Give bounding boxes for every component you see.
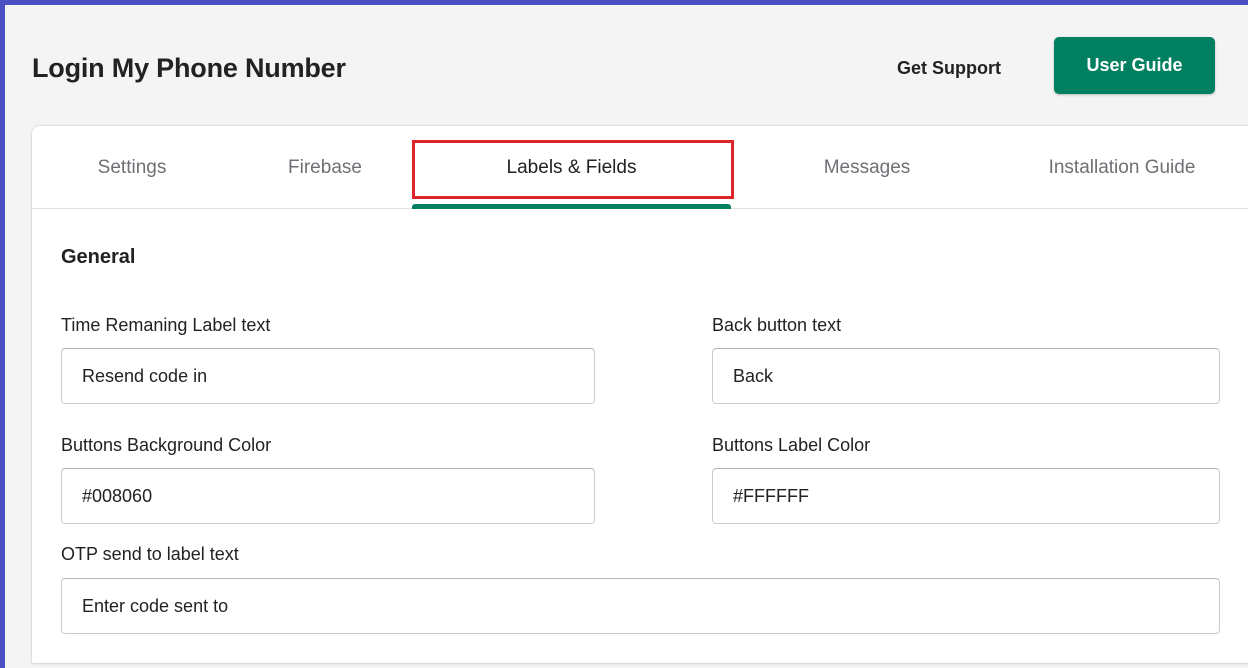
tab-settings[interactable]: Settings [72,126,192,208]
section-title: General [61,246,136,268]
tab-messages[interactable]: Messages [802,126,932,208]
get-support-button[interactable]: Get Support [870,53,1028,83]
buttons-bg-color-label: Buttons Background Color [61,435,272,455]
user-guide-button[interactable]: User Guide [1054,37,1215,94]
buttons-label-color-label: Buttons Label Color [712,435,871,455]
buttons-label-color-input[interactable] [712,468,1220,524]
back-button-text-label: Back button text [712,315,842,335]
tab-installation-guide[interactable]: Installation Guide [1027,126,1217,208]
tab-firebase[interactable]: Firebase [270,126,380,208]
time-remaining-label: Time Remaning Label text [61,315,271,335]
back-button-text-input[interactable] [712,348,1220,404]
buttons-bg-color-input[interactable] [61,468,595,524]
otp-send-to-input[interactable] [61,578,1220,634]
time-remaining-input[interactable] [61,348,595,404]
app-frame: Login My Phone Number Get Support User G… [0,0,1248,668]
tab-labels-fields[interactable]: Labels & Fields [412,126,731,208]
active-tab-indicator [412,204,731,209]
settings-card: Settings Firebase Labels & Fields Messag… [32,126,1248,663]
tab-bar: Settings Firebase Labels & Fields Messag… [32,126,1248,209]
page-title: Login My Phone Number [32,53,346,83]
otp-send-to-label: OTP send to label text [61,544,239,564]
